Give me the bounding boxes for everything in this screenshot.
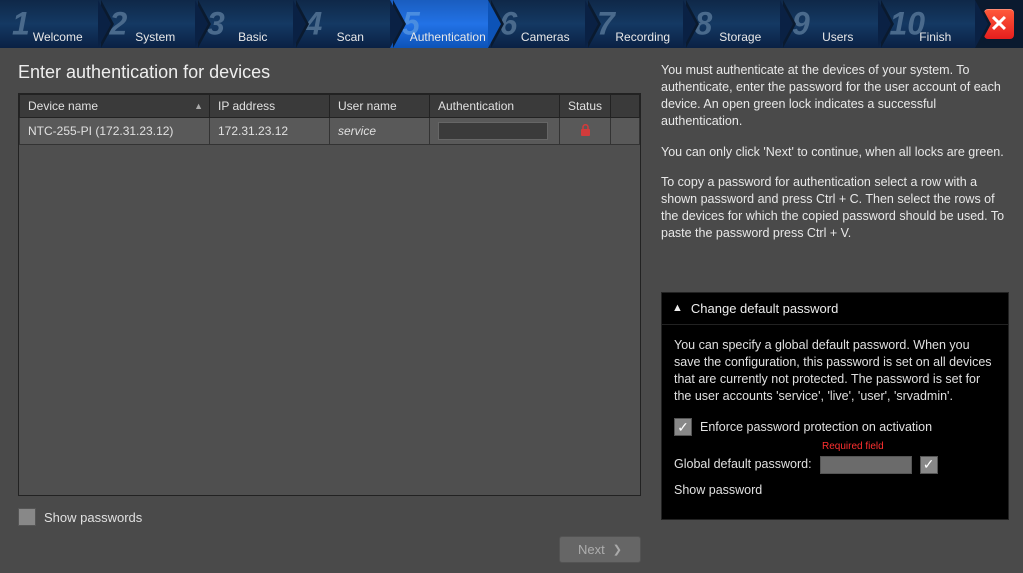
info-text: You must authenticate at the devices of …	[661, 62, 1009, 242]
step-label: Cameras	[521, 30, 570, 44]
show-password-checkbox[interactable]	[920, 456, 938, 474]
lock-icon	[579, 124, 591, 139]
info-paragraph: You can only click 'Next' to continue, w…	[661, 144, 1009, 161]
step-label: System	[135, 30, 175, 44]
device-table: Device name ▲ IP address User name Authe…	[18, 93, 641, 496]
panel-title: Enter authentication for devices	[18, 62, 641, 83]
global-password-label: Global default password:	[674, 456, 812, 473]
col-auth[interactable]: Authentication	[430, 95, 560, 118]
chevron-right-icon: ❯	[613, 543, 622, 556]
cell-ip: 172.31.23.12	[210, 118, 330, 145]
show-passwords-label: Show passwords	[44, 510, 142, 525]
required-field-label: Required field	[822, 440, 996, 454]
cell-auth	[430, 118, 560, 145]
step-label: Scan	[337, 30, 364, 44]
col-status[interactable]: Status	[560, 95, 611, 118]
next-button-label: Next	[578, 542, 605, 557]
global-password-input[interactable]	[820, 456, 912, 474]
step-label: Authentication	[410, 30, 486, 44]
col-user[interactable]: User name	[330, 95, 430, 118]
change-password-panel: ▲ Change default password You can specif…	[661, 292, 1009, 520]
auth-password-input[interactable]	[438, 122, 548, 140]
change-password-header[interactable]: ▲ Change default password	[662, 293, 1008, 325]
wizard-step-welcome[interactable]: 1 Welcome	[0, 0, 98, 48]
info-paragraph: You must authenticate at the devices of …	[661, 62, 1009, 130]
step-label: Basic	[238, 30, 267, 44]
step-label: Welcome	[33, 30, 83, 44]
col-device-name[interactable]: Device name ▲	[20, 95, 210, 118]
step-label: Recording	[615, 30, 670, 44]
col-ip[interactable]: IP address	[210, 95, 330, 118]
step-number: 1	[12, 6, 30, 43]
sort-asc-icon: ▲	[194, 101, 203, 111]
show-password-label: Show password	[674, 482, 762, 499]
step-label: Users	[822, 30, 853, 44]
info-paragraph: To copy a password for authentication se…	[661, 174, 1009, 242]
chevron-up-icon: ▲	[672, 302, 683, 314]
cell-user: service	[330, 118, 430, 145]
table-row[interactable]: NTC-255-PI (172.31.23.12) 172.31.23.12 s…	[20, 118, 640, 145]
step-label: Storage	[719, 30, 761, 44]
next-button[interactable]: Next ❯	[559, 536, 641, 563]
col-spacer	[611, 95, 640, 118]
change-password-desc: You can specify a global default passwor…	[674, 337, 996, 405]
step-label: Finish	[919, 30, 951, 44]
cell-device-name: NTC-255-PI (172.31.23.12)	[20, 118, 210, 145]
show-passwords-checkbox[interactable]	[18, 508, 36, 526]
enforce-protection-label: Enforce password protection on activatio…	[700, 419, 932, 436]
cell-status	[560, 118, 611, 145]
enforce-protection-checkbox[interactable]	[674, 418, 692, 436]
wizard-steps-bar: 1 Welcome 2 System 3 Basic 4 Scan 5 Auth…	[0, 0, 1023, 48]
change-password-title: Change default password	[691, 301, 838, 316]
